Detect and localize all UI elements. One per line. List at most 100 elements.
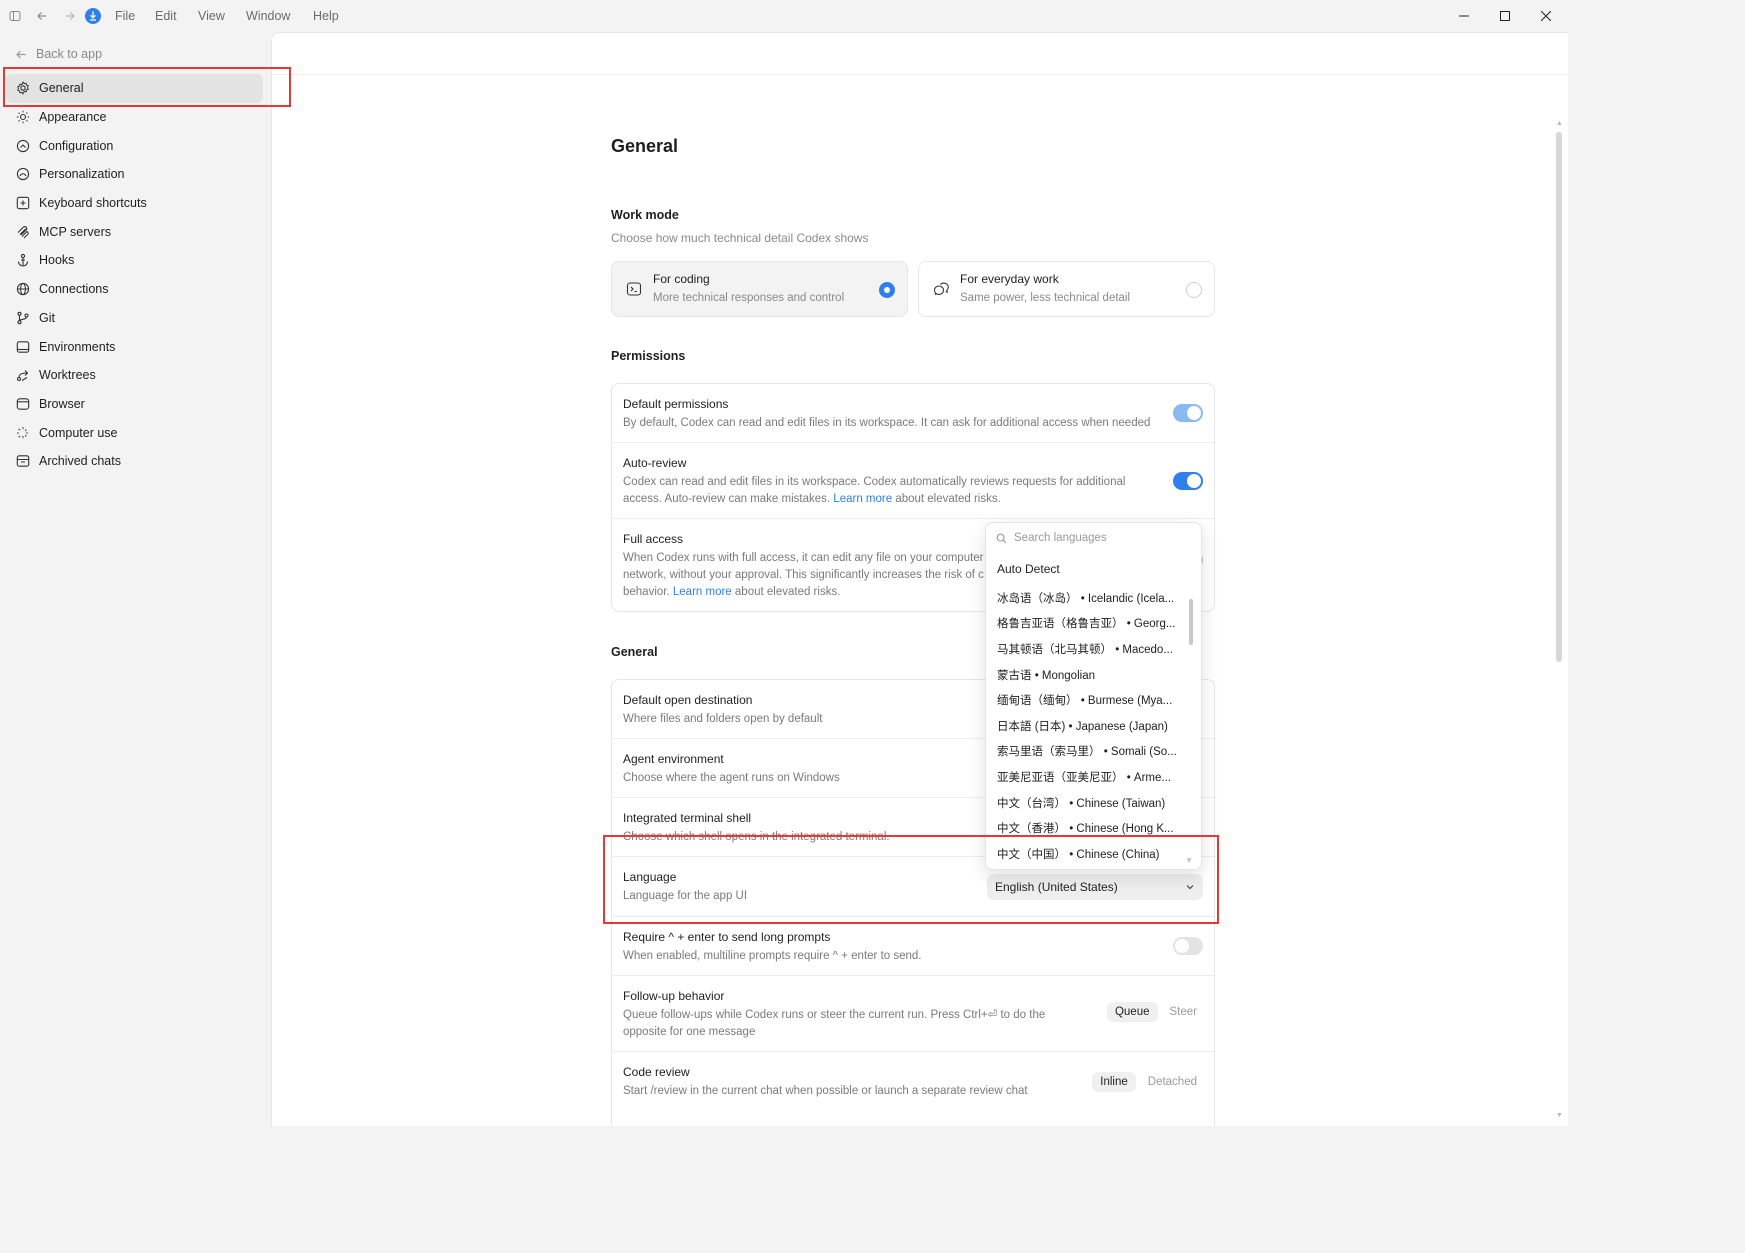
sidebar-item-git[interactable]: Git [6,304,263,333]
language-option-auto-detect[interactable]: Auto Detect [997,562,1060,576]
dropdown-scrollbar[interactable] [1189,599,1193,645]
language-select[interactable]: English (United States) [987,874,1203,900]
sidebar-item-browser[interactable]: Browser [6,390,263,419]
auto-review-toggle[interactable] [1173,472,1203,490]
scroll-down-arrow-icon[interactable]: ▼ [1556,1112,1563,1119]
config-icon [16,139,30,152]
permissions-title: Permissions [611,349,686,363]
require-enter-row[interactable]: Require ^ + enter to send long prompts W… [612,917,1214,976]
default-permissions-row[interactable]: Default permissions By default, Codex ca… [612,384,1214,443]
language-search[interactable]: Search languages [996,532,1107,544]
language-dropdown: Search languages Auto Detect 冰岛语（冰岛） • I… [985,522,1202,870]
sidebar-item-mcp-servers[interactable]: MCP servers [6,217,263,246]
archive-icon [16,455,30,468]
sidebar-item-general[interactable]: General [6,74,263,103]
settings-sidebar: Back to app General Appearance Configura… [0,32,271,1126]
sidebar-item-label: Appearance [39,110,107,125]
sidebar-item-connections[interactable]: Connections [6,275,263,304]
sidebar-item-environments[interactable]: Environments [6,332,263,361]
code-review-inline-option[interactable]: Inline [1092,1072,1136,1092]
sidebar-item-label: Connections [39,282,109,297]
branch-icon [17,311,29,325]
minimize-button[interactable] [1444,4,1484,28]
sidebar-item-computer-use[interactable]: Computer use [6,418,263,447]
sidebar-toggle-icon[interactable] [7,8,23,24]
auto-review-learn-more-link[interactable]: Learn more [833,493,892,505]
agent-environment-desc: Choose where the agent runs on Windows [623,772,840,784]
sidebar-item-label: Worktrees [39,368,96,383]
gear-icon [17,81,29,96]
maximize-button[interactable] [1485,4,1525,28]
language-option[interactable]: 马其顿语（北马其顿） • Macedo... [997,636,1182,662]
language-option[interactable]: 亚美尼亚语（亚美尼亚） • Arme... [997,764,1182,790]
forward-arrow-icon[interactable] [62,8,78,24]
sidebar-item-archived-chats[interactable]: Archived chats [6,447,263,476]
language-option[interactable]: 日本語 (日本) • Japanese (Japan) [997,713,1182,739]
language-option[interactable]: 冰岛语（冰岛） • Icelandic (Icela... [997,585,1182,611]
code-review-desc: Start /review in the current chat when p… [623,1085,1028,1097]
followup-title: Follow-up behavior [623,989,725,1003]
chevron-down-icon [1186,885,1194,890]
language-option[interactable]: 中文（中国） • Chinese (China) [997,841,1182,867]
sidebar-item-keyboard-shortcuts[interactable]: Keyboard shortcuts [6,189,263,218]
menu-file[interactable]: File [115,9,135,23]
menu-edit[interactable]: Edit [155,9,177,23]
page-scrollbar[interactable] [1556,132,1562,662]
back-to-app-link[interactable]: Back to app [15,47,102,61]
code-review-row[interactable]: Code review Start /review in the current… [612,1052,1214,1112]
work-mode-coding-card[interactable]: For coding More technical responses and … [611,261,908,317]
code-review-segmented: Inline Detached [1092,1072,1203,1092]
terminal-shell-title: Integrated terminal shell [623,811,752,825]
open-destination-desc: Where files and folders open by default [623,713,823,725]
followup-desc: Queue follow-ups while Codex runs or ste… [623,1009,1046,1038]
work-mode-everyday-title: For everyday work [960,272,1059,286]
require-enter-title: Require ^ + enter to send long prompts [623,930,831,944]
sidebar-item-hooks[interactable]: Hooks [6,246,263,275]
followup-steer-option[interactable]: Steer [1164,1002,1204,1022]
code-review-detached-option[interactable]: Detached [1142,1072,1203,1092]
sidebar-item-worktrees[interactable]: Worktrees [6,361,263,390]
auto-review-row[interactable]: Auto-review Codex can read and edit file… [612,443,1214,519]
default-permissions-toggle[interactable] [1173,404,1203,422]
auto-review-title: Auto-review [623,456,687,470]
work-mode-title: Work mode [611,208,679,222]
close-button[interactable] [1526,4,1566,28]
language-option[interactable]: 中文（台湾） • Chinese (Taiwan) [997,790,1182,816]
language-option[interactable]: 缅甸语（缅甸） • Burmese (Mya... [997,687,1182,713]
work-mode-everyday-card[interactable]: For everyday work Same power, less techn… [918,261,1215,317]
sidebar-item-configuration[interactable]: Configuration [6,131,263,160]
globe-icon [16,283,30,296]
title-bar: File Edit View Window Help [0,0,1568,32]
default-permissions-desc: By default, Codex can read and edit file… [623,417,1151,429]
menu-view[interactable]: View [198,9,225,23]
chat-bubbles-icon [933,282,949,296]
followup-queue-option[interactable]: Queue [1106,1002,1158,1022]
sidebar-item-label: Personalization [39,167,125,182]
language-option[interactable]: 中文（香港） • Chinese (Hong K... [997,815,1182,841]
language-option[interactable]: 蒙古语 • Mongolian [997,662,1182,688]
app-logo-icon [84,7,102,25]
full-access-learn-more-link[interactable]: Learn more [673,586,732,598]
language-option[interactable]: 索马里语（索马里） • Somali (So... [997,739,1182,765]
followup-row[interactable]: Follow-up behavior Queue follow-ups whil… [612,976,1214,1052]
general-section-title: General [611,645,658,659]
followup-segmented: Queue Steer [1106,1002,1204,1022]
language-select-value: English (United States) [995,880,1118,894]
menu-window[interactable]: Window [246,9,290,23]
require-enter-toggle[interactable] [1173,937,1203,955]
sidebar-item-label: MCP servers [39,224,112,239]
scroll-up-arrow-icon[interactable]: ▲ [1556,120,1563,127]
sparkle-icon [17,426,29,439]
scroll-down-arrow-icon[interactable]: ▼ [1185,856,1193,865]
worktree-icon [16,370,29,382]
sidebar-item-appearance[interactable]: Appearance [6,103,263,132]
language-option[interactable]: 格鲁吉亚语（格鲁吉亚） • Georg... [997,611,1182,637]
work-mode-everyday-radio[interactable] [1186,282,1202,298]
language-option-list: 冰岛语（冰岛） • Icelandic (Icela... 格鲁吉亚语（格鲁吉亚… [997,585,1182,867]
language-desc: Language for the app UI [623,890,748,902]
menu-help[interactable]: Help [313,9,339,23]
keyboard-icon [16,196,30,210]
sidebar-item-personalization[interactable]: Personalization [6,160,263,189]
work-mode-coding-radio[interactable] [879,282,895,298]
back-arrow-icon[interactable] [34,8,50,24]
